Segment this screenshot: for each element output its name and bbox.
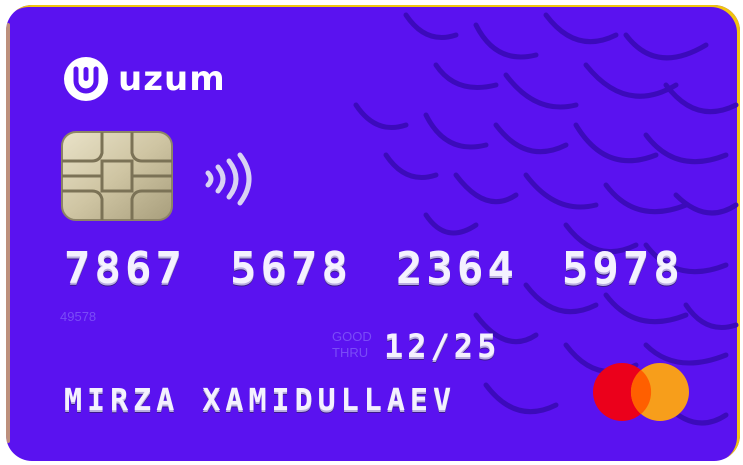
card-number-group-3: 2364 <box>395 243 518 294</box>
cardholder-name: MIRZA XAMIDULLAEV <box>64 383 457 418</box>
payment-card: uzum 7867 5678 2364 5978 49578 GOOD THRU… <box>6 5 740 461</box>
card-small-code: 49578 <box>60 309 97 324</box>
contactless-icon <box>205 152 252 206</box>
emv-chip-icon <box>61 131 173 221</box>
brand-name: uzum <box>118 59 226 99</box>
good-thru-line-1: GOOD <box>332 329 372 344</box>
card-number-group-4: 5978 <box>561 243 684 294</box>
mastercard-logo-icon <box>593 363 689 421</box>
uzum-logo-icon <box>64 57 108 101</box>
card-number: 7867 5678 2364 5978 <box>64 243 684 294</box>
card-number-group-2: 5678 <box>229 243 352 294</box>
good-thru-label: GOOD THRU <box>332 329 372 361</box>
card-number-group-1: 7867 <box>64 243 186 294</box>
good-thru-line-2: THRU <box>332 345 369 360</box>
expiry-date: 12/25 <box>384 327 501 365</box>
brand-logo: uzum <box>64 57 226 101</box>
